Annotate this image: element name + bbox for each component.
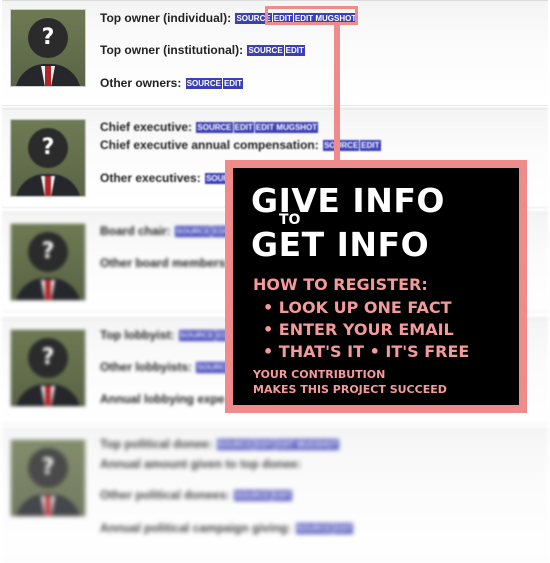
promo-step-look-up: • LOOK UP ONE FACT <box>263 298 452 317</box>
source-link[interactable]: SOURCE <box>178 330 216 341</box>
unknown-person-icon: ? <box>28 448 68 488</box>
top-owner-individual-label: Top owner (individual): <box>100 11 232 25</box>
board-chair-row: Board chair: SOURCE EDIT <box>100 224 233 238</box>
edit-link[interactable]: EDIT <box>332 523 354 534</box>
executive-mugshot: ? <box>10 119 86 197</box>
amount-to-donee-label: Annual amount given to top donee: <box>100 457 302 471</box>
source-link[interactable]: SOURCE <box>185 78 222 89</box>
unknown-person-icon: ? <box>28 232 68 272</box>
callout-connector <box>334 25 340 163</box>
political-donee-mugshot: ? <box>10 439 86 517</box>
tie-shape <box>45 386 51 406</box>
promo-how-to-register: HOW TO REGISTER: <box>253 275 428 294</box>
amount-to-donee-row: Annual amount given to top donee: <box>100 457 301 471</box>
edit-link[interactable]: EDIT <box>284 45 305 56</box>
source-link[interactable]: SOURCE <box>247 45 284 56</box>
other-political-donees-label: Other political donees: <box>100 488 231 502</box>
register-promo-panel[interactable]: GIVE INFO TO GET INFO HOW TO REGISTER: •… <box>225 160 527 413</box>
promo-footer-contribution: YOUR CONTRIBUTION <box>253 368 386 381</box>
other-owners-label: Other owners: <box>100 76 182 90</box>
chief-executive-label: Chief executive: <box>100 120 193 134</box>
other-lobbyists-label: Other lobbyists: <box>100 360 193 374</box>
other-lobbyists-row: Other lobbyists: SOURCE <box>100 360 233 374</box>
source-link[interactable]: SOURCE <box>216 439 254 450</box>
board-chair-mugshot: ? <box>10 223 86 301</box>
campaign-giving-row: Annual political campaign giving: SOURCE… <box>100 521 354 535</box>
other-executives-row: Other executives: SOURCE <box>100 171 242 185</box>
top-owner-institutional-row: Top owner (institutional): SOURCE EDIT <box>100 43 305 57</box>
edit-link[interactable]: EDIT <box>360 140 381 151</box>
edit-link[interactable]: EDIT <box>254 439 275 450</box>
promo-step-free: • THAT'S IT • IT'S FREE <box>263 342 470 361</box>
campaign-giving-label: Annual political campaign giving: <box>100 521 292 535</box>
top-lobbyist-row: Top lobbyist: SOURCEEDIT <box>100 328 237 342</box>
other-executives-label: Other executives: <box>100 171 201 185</box>
tie-shape <box>45 66 51 86</box>
unknown-person-icon: ? <box>28 128 68 168</box>
other-political-donees-row: Other political donees: SOURCE EDIT <box>100 488 292 502</box>
top-lobbyist-label: Top lobbyist: <box>100 328 175 342</box>
owner-mugshot: ? <box>10 9 86 87</box>
political-card: ? Top political donee: SOURCE EDIT EDIT MU… <box>2 428 548 560</box>
source-link[interactable]: SOURCE <box>234 490 271 501</box>
source-link[interactable]: SOURCE <box>175 226 212 237</box>
edit-link[interactable]: EDIT <box>222 78 244 89</box>
source-link[interactable]: SOURCE <box>196 122 233 133</box>
edit-mugshot-link[interactable]: EDIT MUGSHOT <box>254 122 319 133</box>
chief-executive-row: Chief executive: SOURCE EDIT EDIT MUGSHOT <box>100 120 319 134</box>
source-link[interactable]: SOURCE <box>323 140 360 151</box>
chief-compensation-label: Chief executive annual compensation: <box>100 138 319 152</box>
unknown-person-icon: ? <box>28 18 68 58</box>
tie-shape <box>45 496 51 516</box>
promo-step-email: • ENTER YOUR EMAIL <box>263 320 454 339</box>
lobbying-expense-row: Annual lobbying expe <box>100 392 225 406</box>
top-political-donee-label: Top political donee: <box>100 437 213 451</box>
tie-shape <box>45 176 51 196</box>
promo-footer-succeed: MAKES THIS PROJECT SUCCEED <box>253 383 447 396</box>
edit-link[interactable]: EDIT <box>233 122 254 133</box>
top-political-donee-row: Top political donee: SOURCE EDIT EDIT MUGS… <box>100 437 339 451</box>
lobbyist-mugshot: ? <box>10 329 86 407</box>
edit-mugshot-link[interactable]: EDIT MUGSHOT <box>275 439 339 450</box>
board-members-label: Other board members: <box>100 256 230 270</box>
board-chair-label: Board chair: <box>100 224 171 238</box>
top-owner-institutional-label: Top owner (institutional): <box>100 43 244 57</box>
edit-mugshot-highlight <box>265 6 358 25</box>
other-owners-row: Other owners: SOURCE EDIT <box>100 76 244 90</box>
source-link[interactable]: SOURCE <box>295 523 332 534</box>
promo-headline-get: GET INFO <box>251 225 430 264</box>
board-members-row: Other board members: <box>100 256 229 270</box>
tie-shape <box>45 280 51 300</box>
edit-link[interactable]: EDIT <box>271 490 292 501</box>
unknown-person-icon: ? <box>28 338 68 378</box>
lobbying-expense-label: Annual lobbying expe <box>100 392 225 406</box>
